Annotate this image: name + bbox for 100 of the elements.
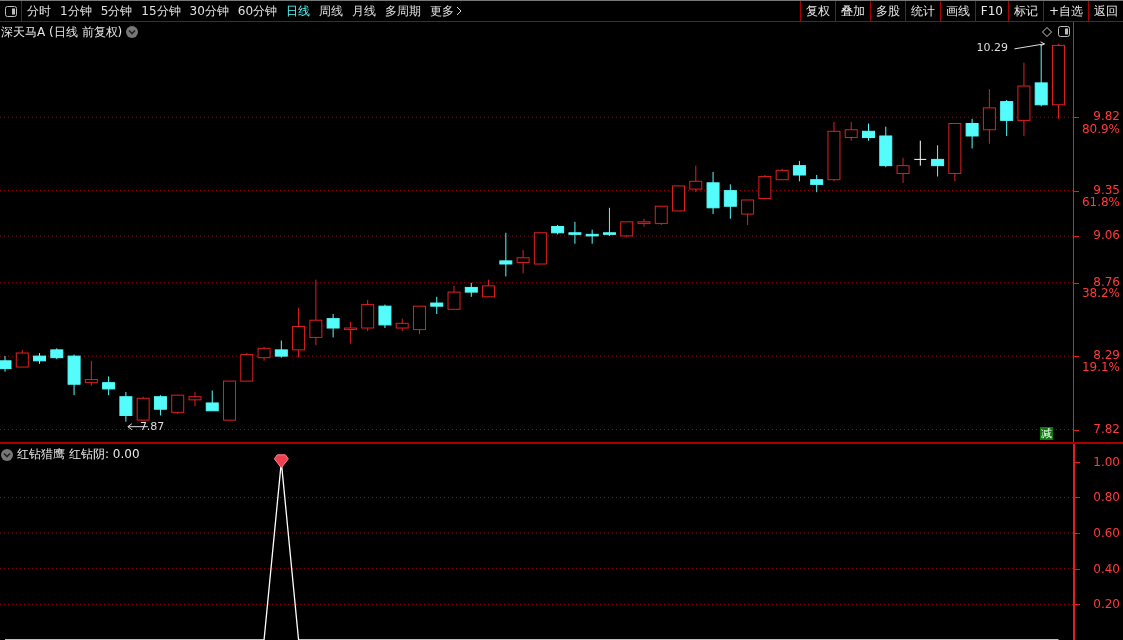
period-tab[interactable]: 更多 (430, 2, 463, 20)
candlestick (931, 144, 945, 178)
candlestick (205, 390, 219, 412)
candlestick (689, 165, 703, 193)
candlestick (533, 232, 547, 265)
candlestick (723, 183, 737, 220)
candlestick (343, 321, 357, 345)
candlestick (551, 224, 565, 235)
candlestick (447, 285, 461, 310)
axis-label: 0.60 (1093, 527, 1120, 540)
period-tab[interactable]: 月线 (352, 2, 377, 20)
candlestick (136, 396, 150, 421)
candlestick (50, 347, 64, 360)
candlestick (84, 360, 98, 387)
candlestick (499, 232, 513, 277)
period-tab[interactable]: 日线 (286, 2, 311, 20)
period-tab[interactable]: 1分钟 (60, 2, 92, 20)
toolbar-button[interactable]: 多股 (869, 1, 905, 21)
percent-label: 80.9% (1081, 122, 1120, 135)
candlestick (637, 218, 651, 228)
candlestick (119, 391, 133, 423)
candlestick (792, 160, 806, 182)
axis-label: 8.29 (1093, 349, 1120, 362)
toolbar-button[interactable]: 返回 (1088, 1, 1123, 21)
diamond-icon[interactable] (1042, 26, 1052, 37)
indicator-reading: 红钻阴: 0.00 (69, 446, 140, 463)
chevron-right-icon (456, 6, 463, 16)
toolbar-button[interactable]: 叠加 (834, 1, 870, 21)
percent-label: 19.1% (1081, 360, 1120, 373)
axis-label: 9.06 (1093, 228, 1120, 241)
candlestick (0, 355, 12, 373)
candlestick (827, 121, 841, 182)
candlestick (844, 121, 858, 142)
candlestick (1034, 44, 1048, 107)
percent-label: 61.8% (1081, 196, 1120, 209)
indicator-name: 红钻猎鹰 (17, 446, 65, 463)
period-tab[interactable]: 周线 (319, 2, 344, 20)
candlestick (602, 207, 616, 237)
candlestick (33, 352, 47, 365)
candlestick (982, 88, 996, 145)
candlestick (430, 296, 444, 315)
axis-label: 8.76 (1093, 275, 1120, 288)
candlestick (102, 375, 116, 396)
candlestick (810, 174, 824, 193)
dropdown-icon[interactable] (1, 448, 13, 461)
candlestick (758, 174, 772, 199)
period-tab[interactable]: 15分钟 (141, 2, 181, 20)
panel-toggle-icon[interactable] (1058, 26, 1070, 37)
axis-label: 1.00 (1093, 455, 1120, 468)
candlestick (188, 391, 202, 407)
arrow-line (1013, 41, 1045, 50)
percent-label: 38.2% (1081, 287, 1120, 300)
toolbar-button[interactable]: 标记 (1007, 1, 1043, 21)
candlestick (292, 307, 306, 359)
candlestick (516, 249, 530, 274)
period-tab[interactable]: 5分钟 (100, 2, 133, 20)
chart-title: 深天马A (日线 前复权) (1, 23, 123, 41)
candlestick (240, 352, 254, 382)
candlestick (672, 185, 686, 212)
toolbar-button[interactable]: 统计 (904, 1, 940, 21)
period-tab[interactable]: 60分钟 (237, 2, 278, 20)
candlestick (223, 380, 236, 421)
toolbar-button[interactable]: F10 (974, 1, 1008, 21)
price-label: 7.87 (139, 420, 165, 433)
panel-toggle-icon[interactable] (4, 5, 17, 17)
price-label: 10.29 (976, 41, 1008, 54)
candlestick (257, 346, 271, 362)
toolbar-button[interactable]: 复权 (799, 1, 835, 21)
candlestick (413, 305, 426, 335)
candlestick (482, 279, 496, 298)
candlestick (585, 229, 599, 245)
candlestick (896, 157, 910, 184)
toolbar-button[interactable]: 画线 (939, 1, 975, 21)
candlestick (274, 340, 288, 359)
dropdown-icon[interactable] (126, 26, 139, 38)
candlestick (67, 354, 81, 396)
candlestick (1000, 99, 1014, 137)
candlestick (965, 118, 979, 149)
candlestick (395, 318, 409, 332)
candlestick (15, 349, 29, 368)
toolbar-button[interactable]: +自选 (1042, 1, 1088, 21)
candlestick (775, 168, 789, 181)
diamond-icon (273, 454, 289, 469)
candlestick (741, 199, 755, 226)
candlestick (464, 282, 478, 298)
axis-label: 7.82 (1093, 422, 1120, 435)
candlestick (654, 205, 668, 226)
period-tab[interactable]: 分时 (27, 2, 51, 20)
candlestick (620, 221, 634, 238)
period-tab[interactable]: 多周期 (385, 2, 422, 20)
candlestick (326, 313, 340, 338)
candlestick (568, 221, 582, 245)
candlestick (361, 299, 375, 332)
candlestick (378, 304, 392, 329)
candlestick (862, 123, 875, 142)
axis-label: 0.20 (1093, 598, 1120, 611)
axis-label: 9.82 (1093, 110, 1120, 123)
candlestick (879, 126, 893, 168)
axis-label: 0.40 (1093, 562, 1120, 575)
period-tab[interactable]: 30分钟 (189, 2, 229, 20)
